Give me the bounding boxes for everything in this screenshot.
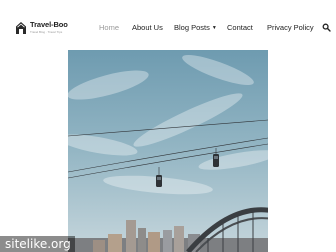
logo-text: Travel-Boo Travel Blog · Travel Tips xyxy=(30,20,68,34)
chevron-down-icon: ▼ xyxy=(211,25,217,31)
nav-item-about-us[interactable]: About Us xyxy=(132,22,163,34)
nav-item-blog-posts-label: Blog Posts xyxy=(174,23,210,32)
site-logo[interactable]: Travel-Boo Travel Blog · Travel Tips xyxy=(15,20,68,36)
nav-item-home[interactable]: Home xyxy=(99,22,119,34)
nav-item-contact[interactable]: Contact xyxy=(227,22,253,34)
house-logo-icon xyxy=(16,22,26,34)
watermark: sitelike.org xyxy=(0,236,75,252)
site-header: Travel-Boo Travel Blog · Travel Tips Hom… xyxy=(0,0,336,50)
search-icon[interactable] xyxy=(322,23,331,32)
nav-item-blog-posts[interactable]: Blog Posts ▼ xyxy=(174,22,217,35)
nav-item-privacy-policy[interactable]: Privacy Policy xyxy=(267,22,314,34)
site-tagline: Travel Blog · Travel Tips xyxy=(30,30,63,34)
site-name: Travel-Boo xyxy=(30,20,68,29)
hero-photo xyxy=(68,50,268,252)
hero-image xyxy=(68,50,268,252)
